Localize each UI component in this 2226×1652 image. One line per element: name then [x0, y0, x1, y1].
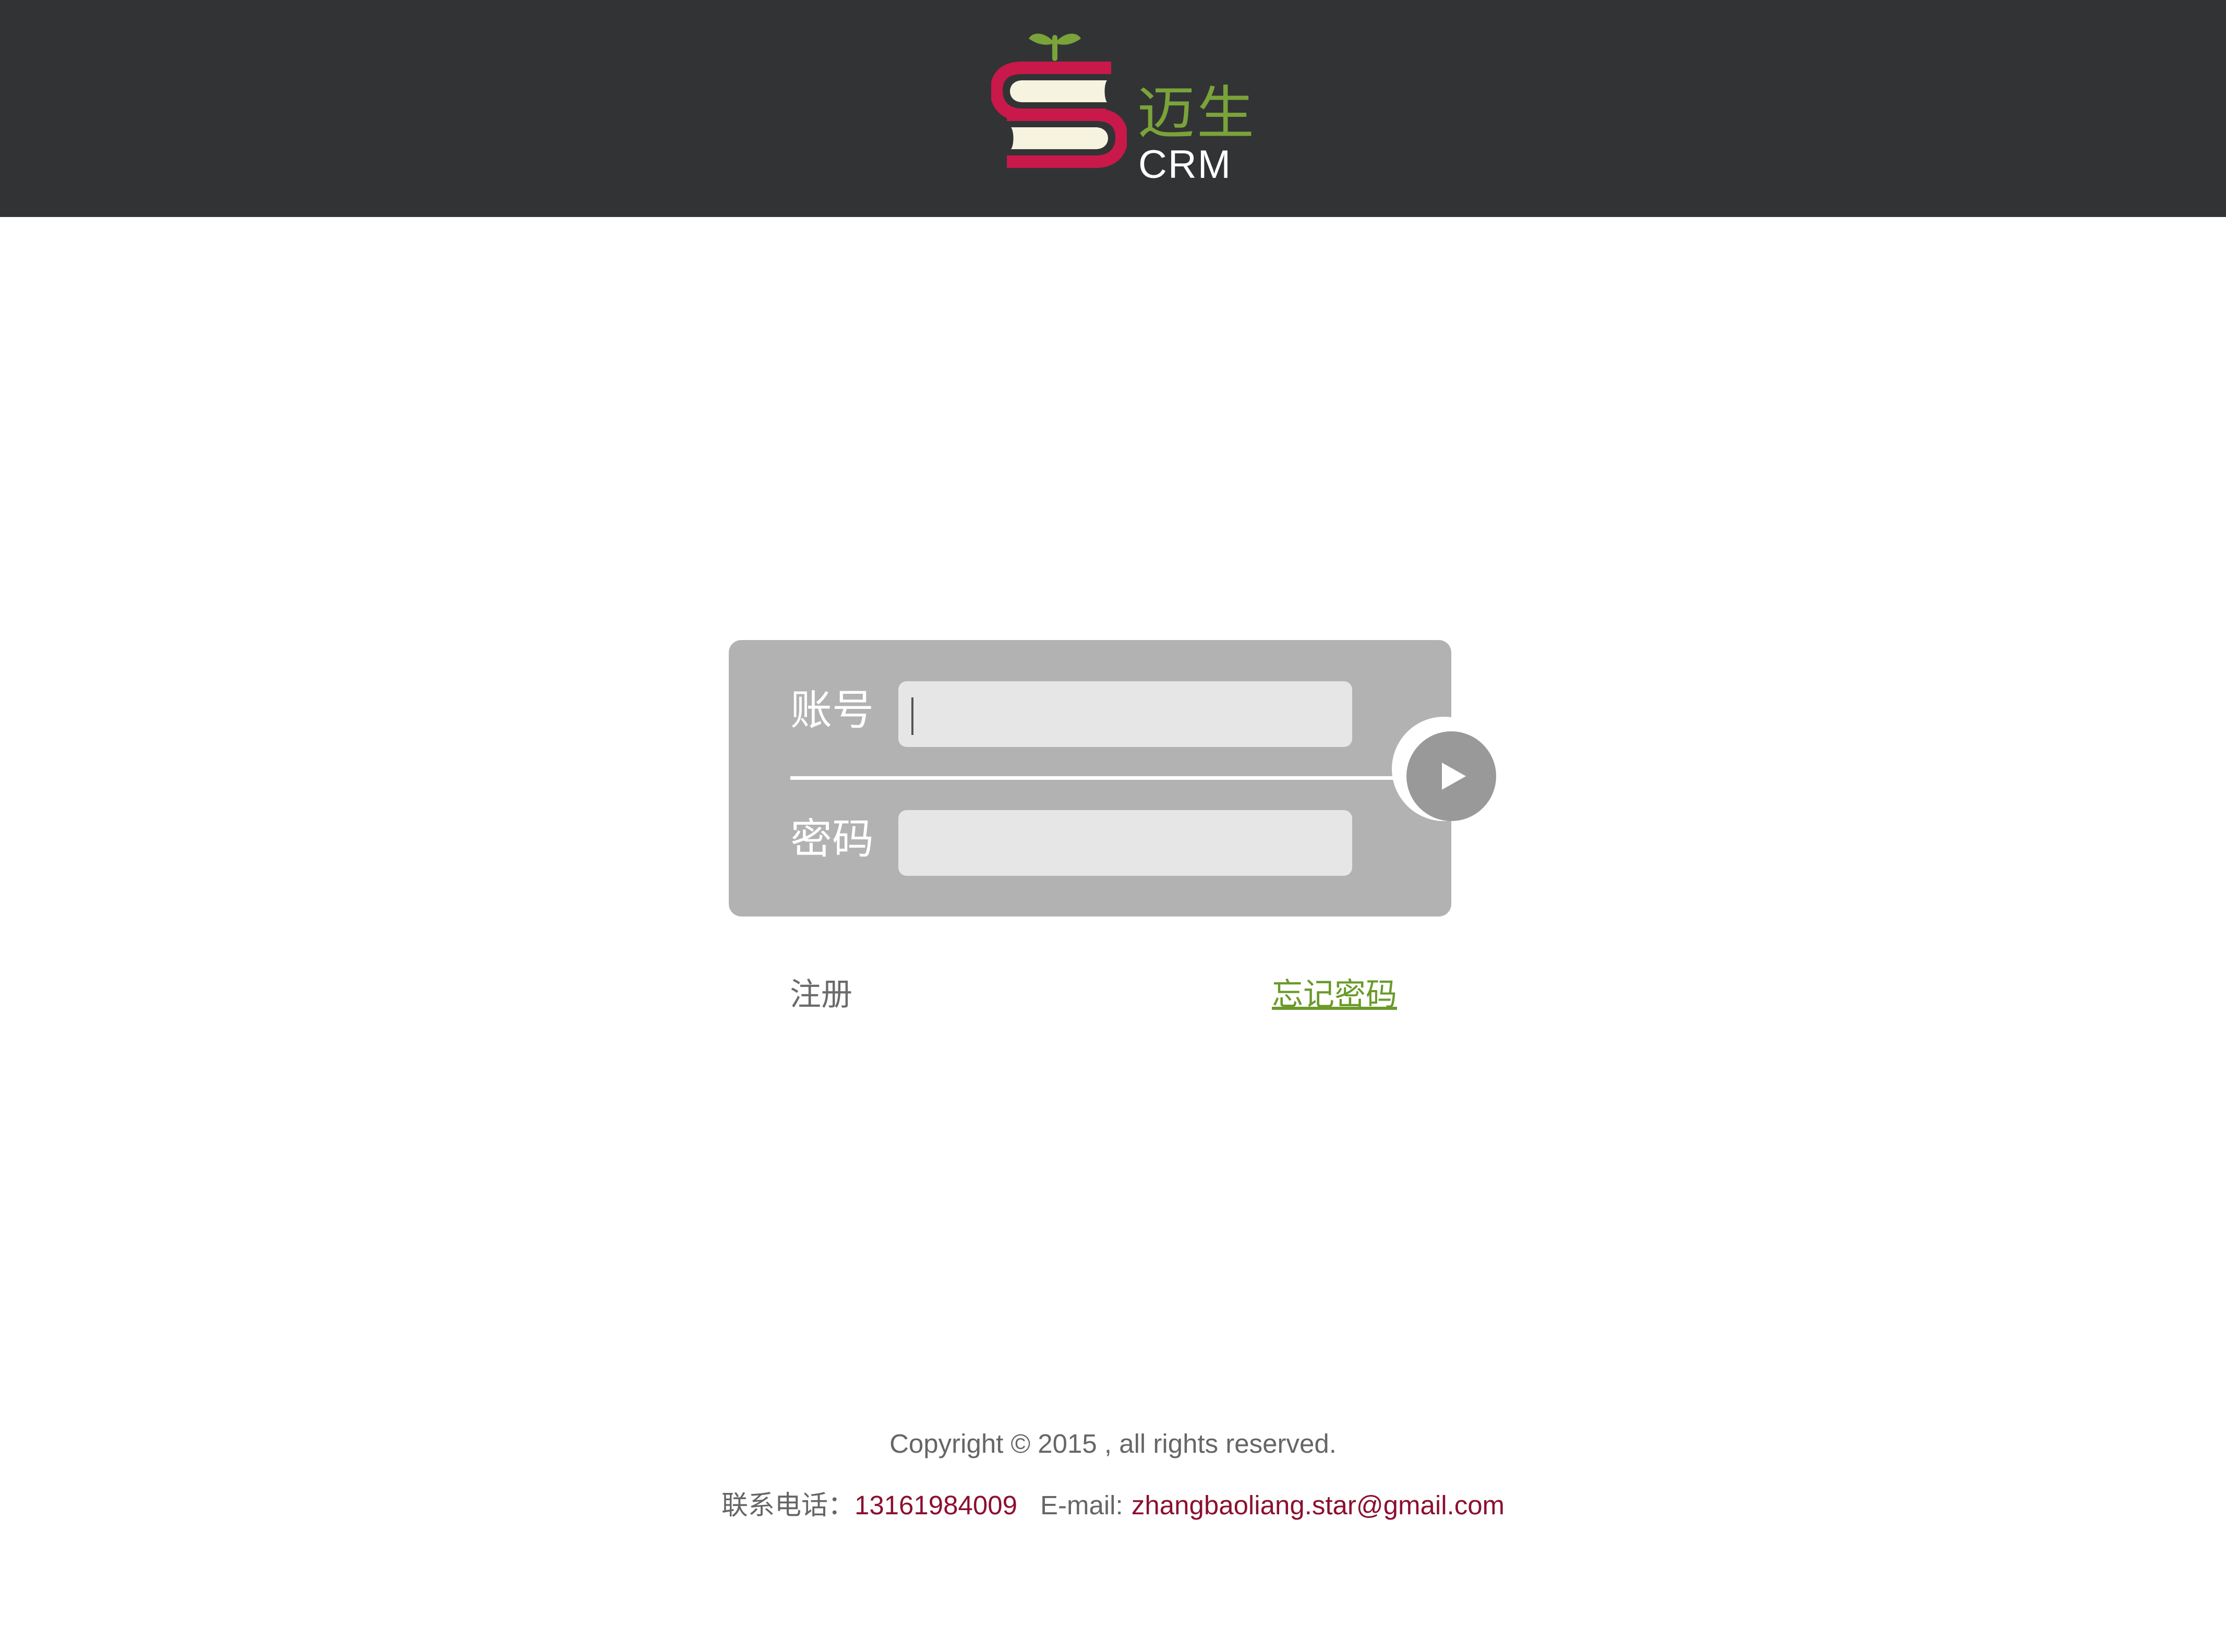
logo-text-crm: CRM: [1138, 142, 1232, 187]
copyright-text: Copyright © 2015 , all rights reserved.: [889, 1429, 1337, 1458]
contact-info: 联系电话：13161984009 E-mail: zhangbaoliang.st…: [0, 1492, 2226, 1519]
play-arrow-icon: [1442, 763, 1466, 790]
password-label: 密码: [790, 815, 874, 863]
top-header: 迈生 CRM: [0, 0, 2226, 217]
book-stack-sprout-logo-icon: [991, 33, 1127, 168]
account-input[interactable]: [898, 681, 1352, 747]
email-link[interactable]: zhangbaoliang.star@gmail.com: [1132, 1490, 1505, 1520]
login-submit-button[interactable]: [1406, 731, 1496, 821]
password-input[interactable]: [898, 810, 1352, 876]
text-cursor: [911, 697, 913, 735]
phone-link[interactable]: 13161984009: [855, 1490, 1017, 1520]
email-label: E-mail:: [1040, 1490, 1123, 1520]
login-card: 账号 密码: [729, 640, 1451, 917]
register-link[interactable]: 注册: [790, 979, 852, 1010]
logo-text-chinese: 迈生: [1137, 80, 1256, 147]
app-logo: 迈生 CRM: [991, 27, 1254, 189]
form-divider: [790, 776, 1401, 780]
forgot-password-link[interactable]: 忘记密码: [1272, 979, 1397, 1010]
phone-label: 联系电话：: [721, 1490, 855, 1521]
account-label: 账号: [790, 686, 874, 734]
